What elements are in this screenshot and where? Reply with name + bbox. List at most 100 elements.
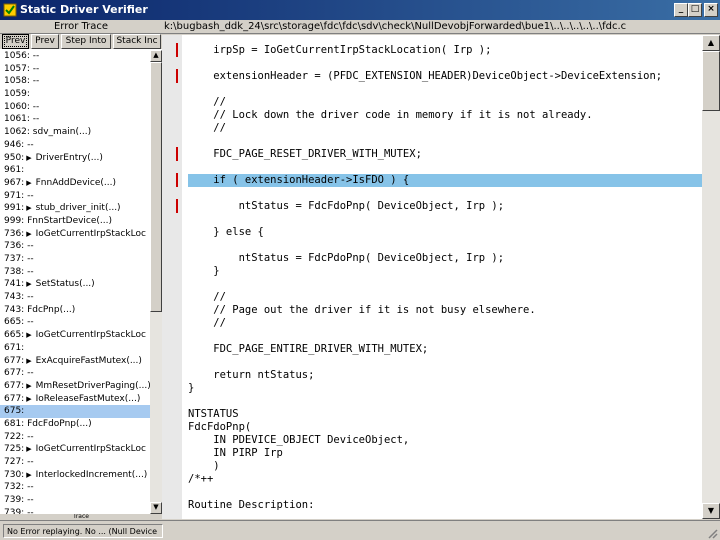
trace-row-label: 741:	[4, 279, 25, 290]
trace-row[interactable]: 736: ▶ IoGetCurrentIrpStackLoc	[0, 228, 150, 241]
trace-row-label: 1061: --	[4, 114, 40, 125]
scroll-up-icon[interactable]: ▲	[150, 50, 162, 62]
trace-row[interactable]: 737: --	[0, 253, 150, 266]
code-line: /*++	[188, 473, 214, 485]
stack-inc-button[interactable]: Stack Inc	[113, 34, 161, 49]
trace-row[interactable]: 732: --	[0, 481, 150, 494]
prev-step-button[interactable]: Prev	[31, 34, 59, 49]
trace-row[interactable]: 665: --	[0, 316, 150, 329]
expand-arrow-icon[interactable]: ▶	[26, 278, 31, 291]
code-view[interactable]: irpSp = IoGetCurrentIrpStackLocation( Ir…	[188, 35, 702, 519]
trace-row-label: 971: --	[4, 190, 34, 201]
expand-arrow-icon[interactable]: ▶	[26, 202, 31, 215]
trace-row[interactable]: 1059:	[0, 88, 150, 101]
code-line: //	[188, 291, 226, 303]
trace-row[interactable]: 725: ▶ IoGetCurrentIrpStackLoc	[0, 443, 150, 456]
expand-arrow-icon[interactable]: ▶	[26, 443, 31, 456]
trace-row[interactable]: 743: --	[0, 291, 150, 304]
minimize-button[interactable]: _	[674, 3, 688, 17]
trace-row[interactable]: 1057: --	[0, 63, 150, 76]
expand-arrow-icon[interactable]: ▶	[26, 393, 31, 406]
expand-arrow-icon[interactable]: ▶	[26, 469, 31, 482]
resize-grip-icon[interactable]	[706, 527, 718, 539]
trace-row-call: DriverEntry(...)	[35, 152, 103, 163]
code-line: IN PIRP Irp	[188, 447, 283, 459]
code-line: )	[188, 460, 220, 472]
trace-row-label: 665: --	[4, 317, 34, 328]
trace-panel: Error Trace Prev Prev Step Into Stack In…	[0, 20, 162, 520]
trace-row[interactable]: 738: --	[0, 266, 150, 279]
status-text: No Error replaying. No ... (Null Device	[3, 524, 163, 538]
scroll-down-icon[interactable]: ▼	[702, 503, 720, 519]
trace-row-label: 732: --	[4, 482, 34, 493]
expand-arrow-icon[interactable]: ▶	[26, 152, 31, 165]
trace-row[interactable]: 961:	[0, 164, 150, 177]
trace-row[interactable]: 950: ▶ DriverEntry(...)	[0, 152, 150, 165]
trace-row[interactable]: 1058: --	[0, 75, 150, 88]
code-line: }	[188, 382, 195, 394]
trace-row[interactable]: 1060: --	[0, 101, 150, 114]
expand-arrow-icon[interactable]: ▶	[26, 380, 31, 393]
trace-row[interactable]: 946: --	[0, 139, 150, 152]
trace-row[interactable]: 677: ▶ MmResetDriverPaging(...)	[0, 380, 150, 393]
trace-row[interactable]: 739: --	[0, 507, 150, 514]
trace-row[interactable]: 730: ▶ InterlockedIncrement(...)	[0, 469, 150, 482]
close-button[interactable]: ×	[704, 3, 718, 17]
trace-row-label: 681: FdcFdoPnp(...)	[4, 418, 92, 429]
scroll-up-icon[interactable]: ▲	[702, 35, 720, 51]
scroll-down-icon[interactable]: ▼	[150, 502, 162, 514]
expand-arrow-icon[interactable]: ▶	[26, 177, 31, 190]
step-into-button[interactable]: Step Into	[61, 34, 111, 49]
trace-row-call: IoGetCurrentIrpStackLoc	[35, 228, 146, 239]
trace-row-call: ExAcquireFastMutex(...)	[35, 355, 142, 366]
trace-row[interactable]: 1056: --	[0, 50, 150, 63]
title-bar: Static Driver Verifier _ □ ×	[0, 0, 720, 20]
code-scrollbar[interactable]: ▲ ▼	[702, 35, 720, 519]
trace-row[interactable]: 681: FdcFdoPnp(...)	[0, 418, 150, 431]
trace-row[interactable]: 727: --	[0, 456, 150, 469]
expand-arrow-icon[interactable]: ▶	[26, 355, 31, 368]
trace-row[interactable]: 971: --	[0, 190, 150, 203]
trace-row[interactable]: 1062: sdv_main(...)	[0, 126, 150, 139]
scroll-thumb[interactable]	[702, 51, 720, 111]
code-line: // Page out the driver if it is not busy…	[188, 304, 536, 316]
trace-row[interactable]: 967: ▶ FnnAddDevice(...)	[0, 177, 150, 190]
trace-row-call: MmResetDriverPaging(...)	[35, 380, 150, 391]
trace-row[interactable]: 743: FdcPnp(...)	[0, 304, 150, 317]
trace-row[interactable]: 665: ▶ IoGetCurrentIrpStackLoc	[0, 329, 150, 342]
trace-scrollbar[interactable]: ▲ ▼	[150, 50, 162, 514]
trace-row[interactable]: 736: --	[0, 240, 150, 253]
trace-row[interactable]: 739: --	[0, 494, 150, 507]
trace-row[interactable]: 677: ▶ IoReleaseFastMutex(...)	[0, 393, 150, 406]
scroll-thumb[interactable]	[150, 62, 162, 312]
trace-marker	[176, 173, 178, 187]
trace-row[interactable]: 677: ▶ ExAcquireFastMutex(...)	[0, 355, 150, 368]
trace-row-label: 946: --	[4, 139, 34, 150]
trace-row[interactable]: 991: ▶ stub_driver_init(...)	[0, 202, 150, 215]
trace-row-label: 950:	[4, 152, 25, 163]
trace-row[interactable]: 999: FnnStartDevice(...)	[0, 215, 150, 228]
expand-arrow-icon[interactable]: ▶	[26, 228, 31, 241]
trace-row-label: 737: --	[4, 254, 34, 264]
trace-row[interactable]: 677: --	[0, 367, 150, 380]
prev-button[interactable]: Prev	[2, 34, 29, 49]
trace-row[interactable]: 671:	[0, 342, 150, 355]
code-line: irpSp = IoGetCurrentIrpStackLocation( Ir…	[188, 44, 492, 56]
code-line: //	[188, 96, 226, 108]
trace-row[interactable]: 1061: --	[0, 113, 150, 126]
trace-marker	[176, 147, 178, 161]
maximize-button[interactable]: □	[688, 3, 702, 17]
expand-arrow-icon[interactable]: ▶	[26, 329, 31, 342]
trace-row-label: 738: --	[4, 266, 34, 277]
trace-list[interactable]: 1056: -- 1057: -- 1058: -- 1059: 1060: -- 106…	[0, 50, 150, 514]
trace-row[interactable]: 675:	[0, 405, 150, 418]
trace-row[interactable]: 722: --	[0, 431, 150, 444]
trace-row[interactable]: 741: ▶ SetStatus(...)	[0, 278, 150, 291]
line-gutter	[162, 35, 182, 519]
